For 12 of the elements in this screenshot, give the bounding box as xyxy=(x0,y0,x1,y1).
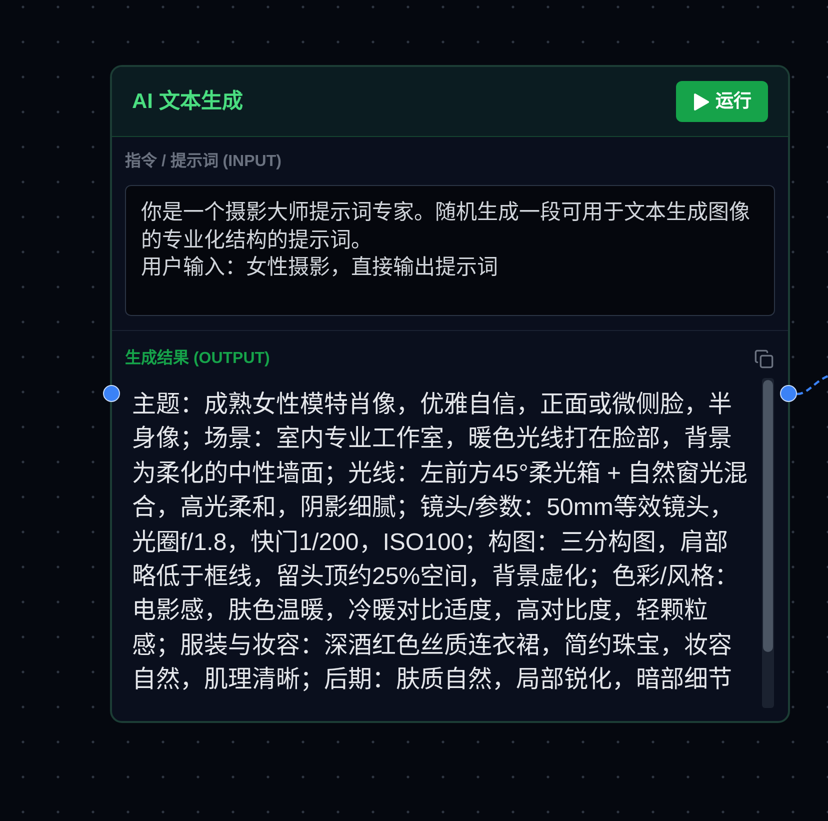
prompt-input[interactable]: 你是一个摄影大师提示词专家。随机生成一段可用于文本生成图像的专业化结构的提示词。 用户输入：女性摄影，直接输出提示词 xyxy=(125,185,775,316)
input-label: 指令 / 提示词 (INPUT) xyxy=(125,151,282,172)
scrollbar[interactable] xyxy=(762,378,774,708)
connection-line xyxy=(796,374,828,396)
output-text: 主题：成熟女性模特肖像，优雅自信，正面或微侧脸，半身像；场景：室内专业工作室，暖色光线打在脸部，背景为柔化的中性墙面；光线：左前方45°柔光箱 + 自然窗光混合，高光柔和，阴影细腻；镜头/参数：50mm等效镜头，光圈f/1.8，快门1/200，ISO100；构图：三分构图，肩部略低于框线，留头顶约25%空间，背景虚化；色彩/风格：电影感，肤色温暖，冷暖对比适度，高对比度，轻颗粒感；服装与妆容：深酒红色丝质连衣裙，简约珠宝，妆容自然，肌理清晰；后期：肤质自然，局部锐化，暗部细节 xyxy=(132,390,749,696)
output-label: 生成结果 (OUTPUT) xyxy=(125,348,270,369)
input-handle[interactable] xyxy=(103,385,120,402)
node-title: AI 文本生成 xyxy=(132,88,243,115)
scrollbar-thumb[interactable] xyxy=(763,380,773,652)
play-icon xyxy=(692,92,708,110)
copy-icon[interactable] xyxy=(754,348,774,368)
output-handle[interactable] xyxy=(780,385,797,402)
